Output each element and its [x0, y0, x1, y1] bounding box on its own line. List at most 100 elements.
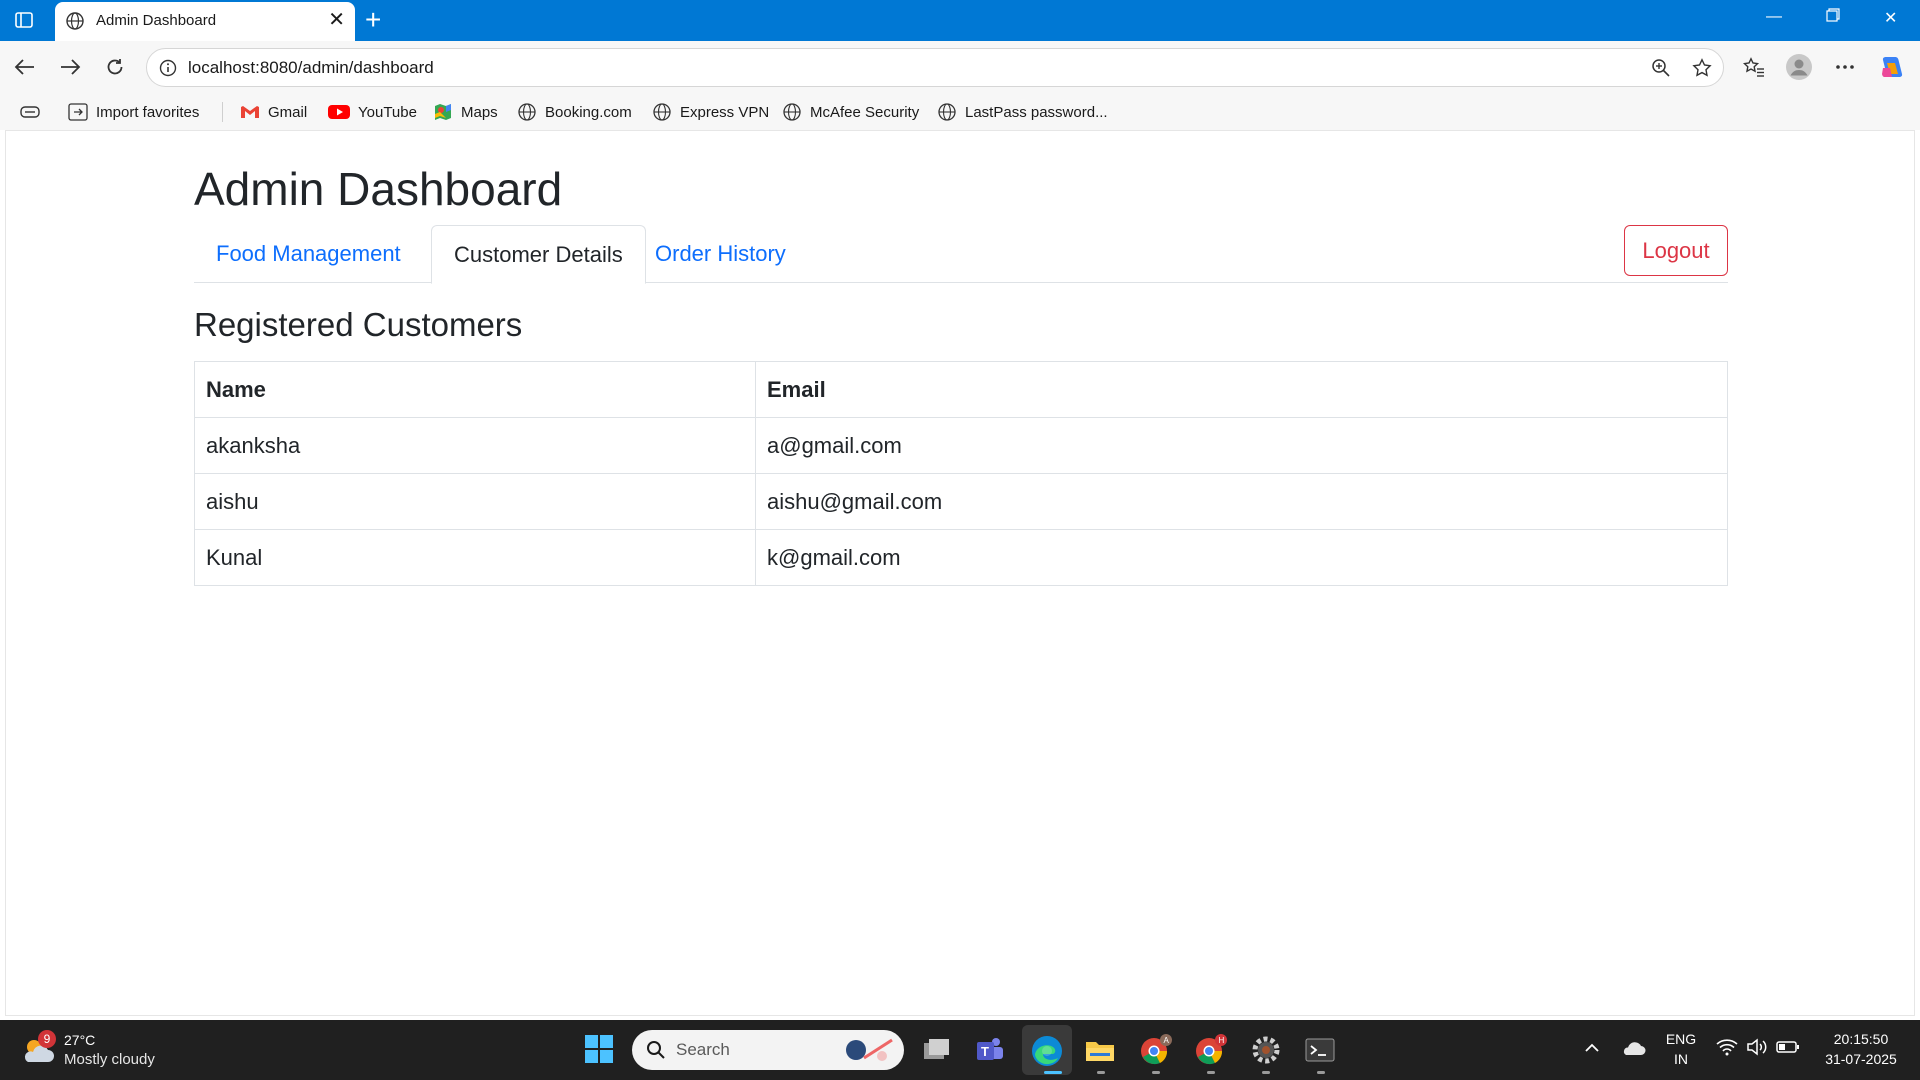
browser-title-bar: Admin Dashboard ✕ + — ✕ — [0, 0, 1920, 41]
tab-order-history[interactable]: Order History — [633, 225, 808, 283]
running-indicator — [1207, 1071, 1215, 1074]
running-indicator — [1152, 1071, 1160, 1074]
svg-text:A: A — [1164, 1036, 1170, 1045]
customers-table: Name Email akanksha a@gmail.com aishu ai… — [194, 361, 1728, 586]
search-highlight-icon — [846, 1038, 893, 1061]
sidebar-toggle-icon[interactable] — [12, 8, 36, 32]
table-header-row: Name Email — [194, 361, 1728, 418]
favorite-label: Gmail — [268, 103, 308, 121]
onedrive-cloud-icon[interactable] — [1620, 1038, 1652, 1070]
chevron-up-icon[interactable] — [1582, 1038, 1614, 1070]
search-icon — [647, 1041, 665, 1059]
browser-tab-active[interactable]: Admin Dashboard ✕ — [55, 2, 355, 41]
column-header-email: Email — [755, 361, 1728, 418]
favorite-star-icon[interactable] — [1692, 58, 1712, 83]
more-options-icon[interactable] — [1832, 54, 1858, 80]
favorite-import-favorites[interactable]: Import favorites — [68, 101, 199, 123]
svg-text:T: T — [981, 1044, 989, 1059]
restore-icon[interactable] — [1826, 8, 1840, 27]
close-tab-icon[interactable]: ✕ — [328, 10, 345, 30]
zoom-icon[interactable] — [1651, 58, 1671, 83]
favorites-icon[interactable] — [1741, 54, 1767, 80]
customer-email-cell: aishu@gmail.com — [755, 473, 1728, 530]
favorite-label: Express VPN — [680, 103, 770, 121]
table-row: aishu aishu@gmail.com — [194, 473, 1728, 530]
profile-avatar-icon[interactable] — [1786, 54, 1812, 80]
chrome-profile-a-icon[interactable]: A — [1139, 1034, 1172, 1066]
task-view-icon[interactable] — [920, 1034, 952, 1066]
clock-date[interactable]: 31-07-2025 — [1816, 1051, 1906, 1067]
svg-text:H: H — [1219, 1036, 1225, 1045]
table-row: akanksha a@gmail.com — [194, 417, 1728, 474]
tab-customer-details[interactable]: Customer Details — [431, 225, 646, 284]
edge-browser-icon[interactable] — [1030, 1034, 1062, 1066]
search-placeholder: Search — [676, 1040, 730, 1059]
language-indicator-line2[interactable]: IN — [1663, 1051, 1699, 1067]
refresh-icon[interactable] — [102, 54, 128, 80]
tab-title: Admin Dashboard — [96, 12, 217, 29]
language-indicator-line1[interactable]: ENG — [1663, 1031, 1699, 1047]
favorite-label: McAfee Security — [810, 103, 920, 121]
customer-email-cell: a@gmail.com — [755, 417, 1728, 474]
logout-button[interactable]: Logout — [1624, 225, 1728, 276]
weather-temperature: 27°C — [64, 1032, 96, 1048]
favorite-gmail[interactable]: Gmail — [240, 101, 307, 123]
youtube-icon — [328, 105, 350, 119]
favorite-youtube[interactable]: YouTube — [328, 101, 417, 123]
windows-taskbar: 9 27°C Mostly cloudy Search T A H ENG IN… — [0, 1020, 1920, 1080]
address-bar[interactable]: localhost:8080/admin/dashboard — [146, 48, 1724, 87]
favorites-separator — [222, 102, 223, 122]
close-window-icon[interactable]: ✕ — [1884, 8, 1897, 28]
taskbar-search-box[interactable]: Search — [632, 1030, 904, 1070]
import-icon — [68, 103, 88, 121]
teams-icon[interactable]: T — [974, 1034, 1006, 1066]
page-viewport: Admin Dashboard Food Management Customer… — [5, 130, 1915, 1016]
favorite-express-vpn[interactable]: Express VPN — [652, 101, 769, 123]
table-row: Kunal k@gmail.com — [194, 529, 1728, 586]
site-info-icon[interactable] — [159, 59, 177, 82]
clock-time[interactable]: 20:15:50 — [1816, 1031, 1906, 1047]
column-header-name: Name — [194, 361, 756, 418]
favorite-booking[interactable]: Booking.com — [517, 101, 632, 123]
tab-food-management[interactable]: Food Management — [194, 225, 423, 283]
globe-icon — [653, 103, 671, 121]
favorite-label: Maps — [461, 103, 498, 121]
globe-icon — [518, 103, 536, 121]
favorite-lastpass[interactable]: LastPass password... — [937, 101, 1108, 123]
weather-description: Mostly cloudy — [64, 1051, 155, 1068]
running-indicator — [1262, 1071, 1270, 1074]
start-icon[interactable] — [584, 1034, 616, 1066]
favorite-mcafee[interactable]: McAfee Security — [782, 101, 919, 123]
chrome-profile-h-icon[interactable]: H — [1194, 1034, 1227, 1066]
battery-icon[interactable] — [1776, 1038, 1808, 1070]
page-title: Admin Dashboard — [194, 163, 563, 215]
section-title: Registered Customers — [194, 306, 523, 343]
new-tab-icon[interactable]: + — [365, 4, 381, 36]
forward-icon[interactable] — [57, 54, 83, 80]
running-indicator — [1097, 1071, 1105, 1074]
back-icon[interactable] — [12, 54, 38, 80]
url-text[interactable]: localhost:8080/admin/dashboard — [188, 58, 434, 78]
customer-name-cell: akanksha — [194, 417, 756, 474]
favorite-label: LastPass password... — [965, 103, 1108, 121]
favorite-label: Booking.com — [545, 103, 632, 121]
file-explorer-icon[interactable] — [1084, 1034, 1116, 1066]
settings-gear-icon[interactable] — [1250, 1034, 1282, 1066]
favorites-bar: Import favorites Gmail YouTube Maps Book… — [0, 94, 1920, 130]
maps-icon — [435, 104, 451, 120]
terminal-icon[interactable] — [1304, 1034, 1336, 1066]
volume-icon[interactable] — [1746, 1038, 1778, 1070]
tab-actions-icon[interactable] — [20, 101, 40, 123]
favorite-maps[interactable]: Maps — [433, 101, 498, 123]
customer-name-cell: Kunal — [194, 529, 756, 586]
weather-widget[interactable]: 9 27°C Mostly cloudy — [20, 1030, 180, 1072]
active-indicator — [1044, 1071, 1062, 1074]
minimize-icon[interactable]: — — [1766, 8, 1782, 26]
favorite-label: YouTube — [358, 103, 417, 121]
globe-icon — [938, 103, 956, 121]
running-indicator — [1317, 1071, 1325, 1074]
customer-email-cell: k@gmail.com — [755, 529, 1728, 586]
copilot-icon[interactable] — [1878, 54, 1904, 80]
wifi-icon[interactable] — [1716, 1038, 1748, 1070]
dashboard-container: Admin Dashboard Food Management Customer… — [194, 161, 1728, 586]
